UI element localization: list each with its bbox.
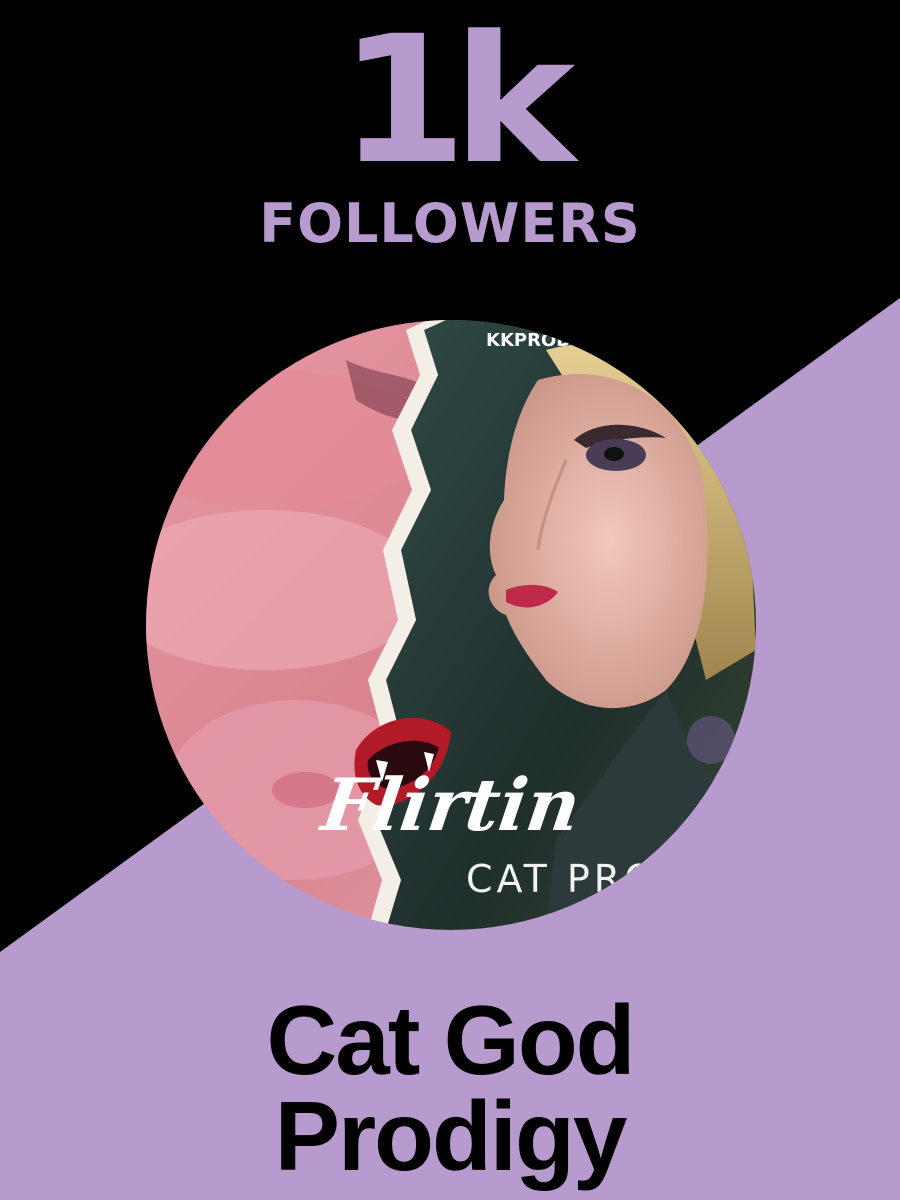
milestone-card: 1k FOLLOWERS KKPROD Flirtin CAT PROD Cat… <box>0 0 900 1200</box>
milestone-header: 1k FOLLOWERS <box>0 0 900 255</box>
followers-label: FOLLOWERS <box>259 192 641 255</box>
artwork-image: KKPROD Flirtin CAT PROD <box>146 320 756 930</box>
artist-name-line1: Cat God <box>266 985 635 1095</box>
artwork-title: Flirtin <box>315 763 586 848</box>
artist-name-line2: Prodigy <box>274 1081 628 1191</box>
profile-artwork: KKPROD Flirtin CAT PROD <box>146 320 756 930</box>
artist-name: Cat God Prodigy <box>0 985 900 1191</box>
follower-count: 1k <box>338 0 576 203</box>
